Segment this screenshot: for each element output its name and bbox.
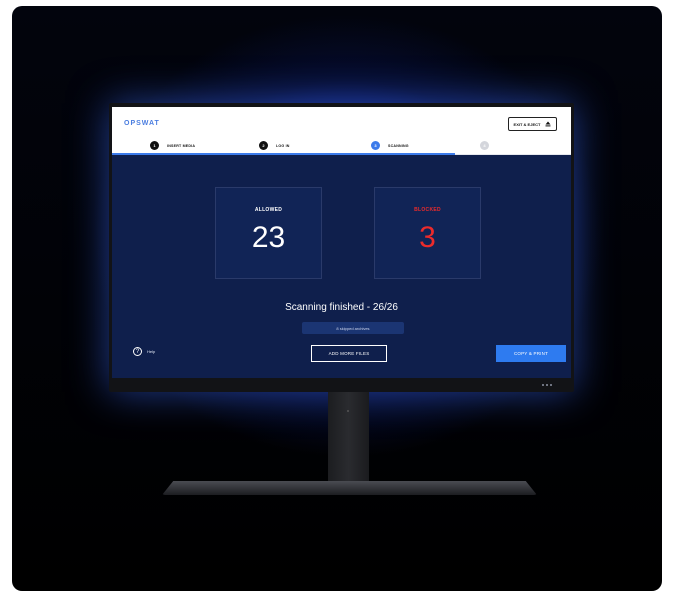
top-bar: OPSWAT EXIT & EJECT 1 INSERT MEDIA 2 LOG… — [112, 107, 571, 155]
monitor-button-dot — [550, 384, 552, 386]
eject-icon — [545, 121, 551, 127]
monitor-button-dot — [542, 384, 544, 386]
add-more-files-button[interactable]: ADD MORE FILES — [311, 345, 387, 362]
step-scanning: 3 SCANNING — [371, 141, 409, 150]
skipped-archives-badge[interactable]: 8 skipped archives — [302, 322, 404, 334]
allowed-count: 23 — [251, 221, 286, 254]
blocked-label: BLOCKED — [414, 207, 441, 213]
step-next: 4 — [480, 141, 497, 150]
step-number: 3 — [371, 141, 380, 150]
scan-status: Scanning finished - 26/26 — [285, 302, 398, 313]
step-number: 1 — [150, 141, 159, 150]
kiosk-screen: OPSWAT EXIT & EJECT 1 INSERT MEDIA 2 LOG… — [112, 107, 571, 378]
monitor-stand-base — [162, 481, 537, 495]
step-number: 2 — [259, 141, 268, 150]
step-insert-media: 1 INSERT MEDIA — [150, 141, 195, 150]
copy-print-button[interactable]: COPY & PRINT — [496, 345, 566, 362]
help-link[interactable]: ? Help — [133, 347, 155, 356]
allowed-label: ALLOWED — [254, 207, 283, 213]
step-label: INSERT MEDIA — [167, 143, 196, 148]
monitor-button-dot — [546, 384, 548, 386]
blocked-card: BLOCKED 3 — [374, 187, 481, 279]
blocked-count: 3 — [419, 221, 436, 254]
monitor-stand-neck — [328, 392, 369, 486]
monitor-buttons — [542, 384, 552, 386]
exit-eject-label: EXIT & EJECT — [513, 121, 541, 127]
help-icon: ? — [133, 347, 142, 356]
photo-frame: OPSWAT EXIT & EJECT 1 INSERT MEDIA 2 LOG… — [12, 6, 662, 591]
progress-fill — [112, 153, 455, 155]
opswat-logo: OPSWAT — [124, 120, 160, 127]
step-log-in: 2 LOG IN — [259, 141, 290, 150]
stand-dot — [347, 410, 349, 412]
allowed-card: ALLOWED 23 — [215, 187, 322, 279]
exit-eject-button[interactable]: EXIT & EJECT — [508, 117, 557, 131]
help-label: Help — [147, 349, 156, 354]
monitor: OPSWAT EXIT & EJECT 1 INSERT MEDIA 2 LOG… — [109, 103, 574, 392]
step-label: SCANNING — [388, 143, 409, 148]
step-number: 4 — [480, 141, 489, 150]
step-label: LOG IN — [276, 143, 290, 148]
